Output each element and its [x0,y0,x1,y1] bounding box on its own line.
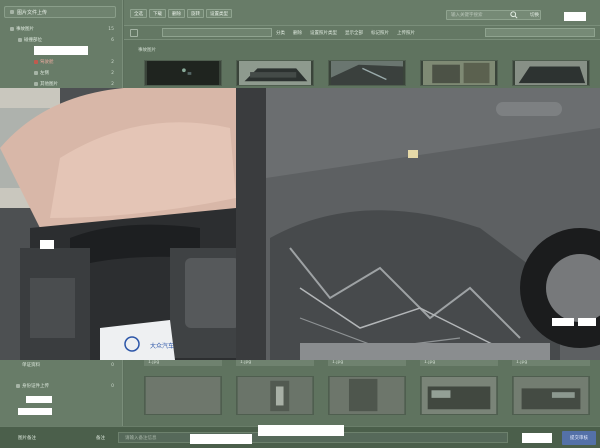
tree-count: 0 [111,383,114,389]
redacted-block [34,46,88,55]
photo-thumbnail[interactable] [512,376,590,415]
image-icon [34,60,38,64]
redacted-block [40,240,54,249]
redacted-block [258,425,344,436]
toolbar: 全选 下载 删除 旋转 设置类型 [130,9,232,18]
tree-item-accident[interactable]: 事故图片 15 [10,26,114,32]
image-preview[interactable]: 大众汽车 [0,88,600,360]
redacted-block [522,433,552,443]
filter-item[interactable]: 分类 [276,30,285,36]
tree-item-cabin[interactable]: 驾驶舱 2 [34,59,114,65]
redacted-block [578,318,596,326]
tree-label: 身份证件上传 [22,384,49,389]
bottom-bar: 图片备注 备注 请输入备注信息 提交审核 [0,425,600,448]
delete-button[interactable]: 删除 [168,9,185,18]
search-icon[interactable] [510,11,518,19]
photo-thumbnail[interactable] [512,60,590,86]
sidebar-root[interactable]: 图片文件上传 [4,6,116,18]
filter-bar: 分类 删除 设置照片类型 显示全部 标记照片 上传照片 [124,26,600,40]
tree-item-documents[interactable]: 单证资料 0 [22,362,114,369]
photo-thumbnail[interactable] [144,60,222,86]
photo-thumbnail[interactable] [236,60,314,86]
photo-thumbnail[interactable] [236,376,314,415]
photo-thumbnail[interactable] [420,376,498,415]
tree-item-collision[interactable]: 碰撞部位 6 [18,37,114,43]
chevron-down-icon [10,27,14,31]
filter-actions: 分类 删除 设置照片类型 显示全部 标记照片 上传照片 [276,30,415,36]
remark-label: 图片备注 [18,436,36,441]
filter-item[interactable]: 标记照片 [371,30,389,36]
bag-text: 大众汽车 [150,342,174,350]
sidebar-root-label: 图片文件上传 [17,9,48,16]
photo-thumbnail[interactable] [328,376,406,415]
tree-count: 15 [108,26,114,32]
redacted-block [190,434,252,444]
photo-thumbnail[interactable] [420,60,498,86]
redacted-block [26,396,52,403]
chevron-right-icon [16,384,20,388]
select-all-button[interactable]: 全选 [130,9,147,18]
image-icon [34,71,38,75]
tree-label: 事故图片 [16,27,34,32]
switch-link[interactable]: 切换 [530,12,539,18]
filter-item[interactable]: 上传照片 [397,30,415,36]
header-toolbar: 全选 下载 删除 旋转 设置类型 输入关键字搜索 切换 [124,0,600,26]
chevron-down-icon [18,38,22,42]
tree-label: 驾驶舱 [40,60,54,65]
image-icon [34,82,38,86]
redacted-block [564,12,586,21]
photo-thumbnail[interactable] [328,60,406,86]
tree-count: 2 [111,70,114,76]
filter-item[interactable]: 删除 [293,30,302,36]
photo-thumbnail[interactable] [144,376,222,415]
tree-label: 其他图片 [40,82,58,87]
redacted-block [552,318,574,326]
tree-count: 0 [111,362,114,368]
folder-icon [10,10,14,14]
search-input[interactable]: 输入关键字搜索 [446,10,541,20]
remark-field-label: 备注 [96,436,105,441]
tree-item-left[interactable]: 左侧 2 [34,70,114,76]
rotate-button[interactable]: 旋转 [187,9,204,18]
set-type-button[interactable]: 设置类型 [206,9,232,18]
tree-count: 6 [111,37,114,43]
gallery-section-label: 事故图片 [138,48,156,53]
submit-button[interactable]: 提交审核 [562,431,596,445]
filter-search-input[interactable] [485,28,595,37]
tree-count: 2 [111,81,114,87]
download-button[interactable]: 下载 [149,9,166,18]
filter-item[interactable]: 设置照片类型 [310,30,337,36]
filter-item[interactable]: 显示全部 [345,30,363,36]
tree-label: 单证资料 [22,363,40,368]
tree-count: 2 [111,59,114,65]
redacted-block [18,408,52,415]
tree-item-other[interactable]: 其他图片 2 [34,81,114,87]
filter-input[interactable] [162,28,272,37]
tree-label: 左侧 [40,71,49,76]
grid-icon[interactable] [130,29,138,37]
tree-item-id-upload[interactable]: 身份证件上传 0 [16,383,114,389]
tree-label: 碰撞部位 [24,38,42,43]
damaged-car-photo: 大众汽车 [0,88,600,360]
